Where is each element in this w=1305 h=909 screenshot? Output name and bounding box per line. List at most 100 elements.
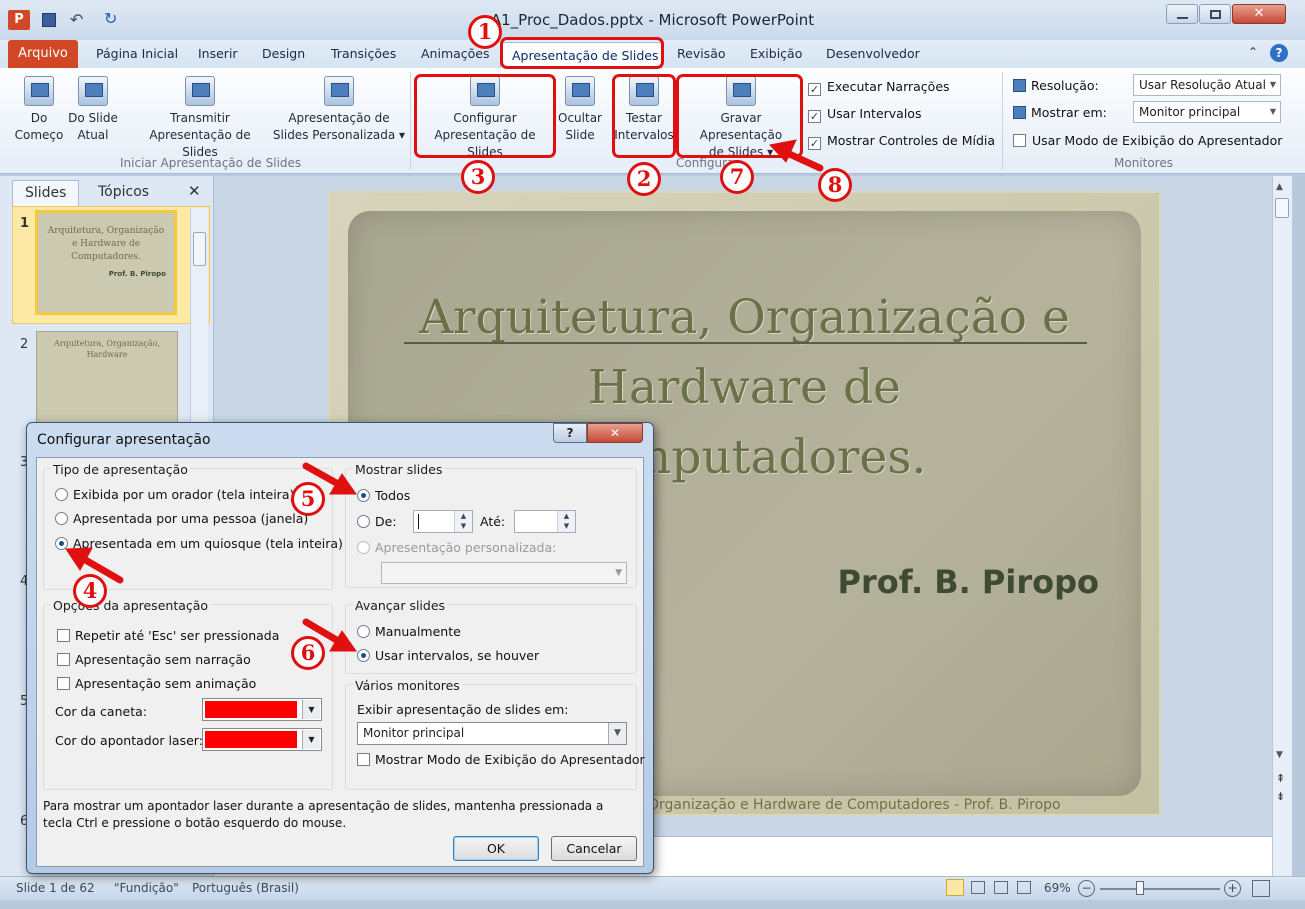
- do-slide-atual-line2: Atual: [77, 128, 109, 142]
- avancar-label: Avançar slides: [353, 598, 448, 613]
- slide-thumbnail-1[interactable]: Arquitetura, Organização e Hardware de C…: [35, 210, 177, 315]
- manualmente-radio[interactable]: Manualmente: [357, 624, 461, 639]
- highlight-testar: [612, 74, 676, 158]
- tipo-quiosque-radio[interactable]: Apresentada em um quiosque (tela inteira…: [55, 536, 343, 551]
- do-comeco-line2: Começo: [14, 128, 64, 142]
- resolucao-select[interactable]: Usar Resolução Atual ▼: [1133, 74, 1281, 96]
- dialog-help-button[interactable]: ?: [553, 423, 587, 443]
- tab-desenvolvedor[interactable]: Desenvolvedor: [826, 46, 920, 61]
- transmitir-button[interactable]: Transmitir Apresentação de Slides: [130, 76, 270, 161]
- de-spinner[interactable]: ▲ ▼: [413, 510, 473, 533]
- status-slide-info: Slide 1 de 62: [16, 881, 95, 895]
- dropdown-arrow-icon[interactable]: ▼: [302, 700, 320, 719]
- pen-color-swatch: [205, 701, 297, 718]
- previous-slide-icon[interactable]: ⇞: [1276, 772, 1285, 785]
- laser-hint-text: Para mostrar um apontador laser durante …: [43, 799, 604, 830]
- status-bar: Slide 1 de 62 "Fundição" Português (Bras…: [0, 876, 1305, 900]
- de-radio[interactable]: De:: [357, 514, 397, 529]
- zoom-slider-track[interactable]: [1100, 888, 1220, 890]
- scroll-thumb[interactable]: [1275, 198, 1289, 218]
- group-monitores-label: Monitores: [1114, 156, 1173, 170]
- slide-title-underline: [404, 342, 1087, 344]
- monitor-select[interactable]: Monitor principal ▼: [357, 722, 627, 745]
- tipo-pessoa-radio[interactable]: Apresentada por uma pessoa (janela): [55, 511, 308, 526]
- cor-caneta-picker[interactable]: ▼: [202, 698, 322, 721]
- maximize-button[interactable]: [1199, 4, 1231, 24]
- reading-view-icon[interactable]: [994, 881, 1008, 894]
- radio-selected-icon: [55, 537, 68, 550]
- tipo-orador-radio[interactable]: Exibida por um orador (tela inteira): [55, 487, 294, 502]
- repetir-checkbox[interactable]: Repetir até 'Esc' ser pressionada: [57, 628, 279, 643]
- zoom-out-icon[interactable]: −: [1078, 880, 1095, 897]
- annotation-1: 1: [468, 15, 502, 49]
- minimize-button[interactable]: [1166, 4, 1198, 24]
- modo-apresentador-checkbox[interactable]: Usar Modo de Exibição do Apresentador: [1013, 133, 1282, 148]
- ok-button[interactable]: OK: [453, 836, 539, 861]
- slide-author[interactable]: Prof. B. Piropo: [838, 563, 1099, 601]
- slide-footer[interactable]: Organização e Hardware de Computadores -…: [648, 797, 1061, 813]
- radio-selected-icon: [357, 649, 370, 662]
- workspace-scrollbar[interactable]: ▲ ▼ ⇞ ⇟: [1272, 176, 1292, 876]
- todos-radio[interactable]: Todos: [357, 488, 410, 503]
- spin-arrows-icon[interactable]: ▲ ▼: [557, 511, 575, 532]
- status-theme: "Fundição": [114, 881, 179, 895]
- help-icon[interactable]: ?: [1270, 44, 1288, 62]
- scroll-down-icon[interactable]: ▼: [1276, 750, 1283, 760]
- ocultar-slide-button[interactable]: Ocultar Slide: [556, 76, 604, 144]
- mostrar-em-select[interactable]: Monitor principal ▼: [1133, 101, 1281, 123]
- do-comeco-button[interactable]: Do Começo: [12, 76, 66, 144]
- tab-topicos[interactable]: Tópicos: [86, 180, 161, 206]
- highlight-configurar: [414, 74, 556, 158]
- usar-intervalos-checkbox[interactable]: ✓ Usar Intervalos: [808, 106, 921, 123]
- status-language[interactable]: Português (Brasil): [192, 877, 299, 899]
- slide-sorter-icon[interactable]: [971, 881, 985, 894]
- modo-apresentador-dialog-checkbox[interactable]: Mostrar Modo de Exibição do Apresentador: [357, 752, 645, 767]
- annotation-5: 5: [291, 482, 325, 516]
- avancar-fieldset: [345, 604, 637, 674]
- group-separator: [410, 72, 411, 170]
- normal-view-icon[interactable]: [946, 879, 964, 896]
- dropdown-arrow-icon: ▼: [1269, 80, 1276, 89]
- executar-narracoes-checkbox[interactable]: ✓ Executar Narrações: [808, 79, 950, 96]
- checkbox-empty-icon: [57, 677, 70, 690]
- tab-exibicao[interactable]: Exibição: [750, 46, 802, 61]
- zoom-slider-thumb[interactable]: [1136, 881, 1144, 895]
- minimize-ribbon-icon[interactable]: ⌃: [1248, 45, 1258, 59]
- cor-laser-picker[interactable]: ▼: [202, 728, 322, 751]
- next-slide-icon[interactable]: ⇟: [1276, 790, 1285, 803]
- thumb2-title: Arquitetura, Organização, Hardware: [53, 339, 160, 359]
- apresentacao-personalizada-button[interactable]: Apresentação de Slides Personalizada ▾: [270, 76, 408, 144]
- tab-revisao[interactable]: Revisão: [677, 46, 726, 61]
- tab-slides[interactable]: Slides: [12, 180, 80, 206]
- dialog-close-button[interactable]: ✕: [587, 423, 643, 443]
- tab-inserir[interactable]: Inserir: [198, 46, 238, 61]
- personalizada-line2: Slides Personalizada ▾: [272, 128, 406, 142]
- cancel-button[interactable]: Cancelar: [551, 836, 637, 861]
- fit-to-window-icon[interactable]: [1252, 880, 1270, 897]
- personalizada-select: ▼: [381, 562, 627, 584]
- checkbox-checked-icon: ✓: [808, 83, 821, 96]
- do-slide-atual-button[interactable]: Do Slide Atual: [66, 76, 120, 144]
- tab-design[interactable]: Design: [262, 46, 305, 61]
- dropdown-arrow-icon[interactable]: ▼: [608, 723, 626, 744]
- dropdown-arrow-icon[interactable]: ▼: [302, 730, 320, 749]
- annotation-4: 4: [73, 574, 107, 608]
- slideshow-view-icon[interactable]: [1017, 881, 1031, 894]
- spin-arrows-icon[interactable]: ▲ ▼: [454, 511, 472, 532]
- usar-intervalos-radio[interactable]: Usar intervalos, se houver: [357, 648, 539, 663]
- mostrar-controles-checkbox[interactable]: ✓ Mostrar Controles de Mídia: [808, 133, 995, 150]
- zoom-in-icon[interactable]: +: [1224, 880, 1241, 897]
- sem-narracao-checkbox[interactable]: Apresentação sem narração: [57, 652, 251, 667]
- close-pane-icon[interactable]: ✕: [188, 182, 201, 200]
- slide-thumbnail-2[interactable]: Arquitetura, Organização, Hardware: [36, 331, 178, 431]
- slide-title-line2: Hardware de: [588, 360, 901, 415]
- sem-animacao-checkbox[interactable]: Apresentação sem animação: [57, 676, 256, 691]
- zoom-level[interactable]: 69%: [1044, 877, 1071, 899]
- scroll-up-icon[interactable]: ▲: [1276, 182, 1283, 192]
- ate-spinner[interactable]: ▲ ▼: [514, 510, 576, 533]
- tab-arquivo[interactable]: Arquivo: [8, 40, 78, 68]
- pane-scroll-thumb[interactable]: [193, 232, 206, 266]
- close-window-button[interactable]: ✕: [1232, 4, 1286, 24]
- tab-pagina-inicial[interactable]: Página Inicial: [96, 46, 178, 61]
- tab-transicoes[interactable]: Transições: [331, 46, 396, 61]
